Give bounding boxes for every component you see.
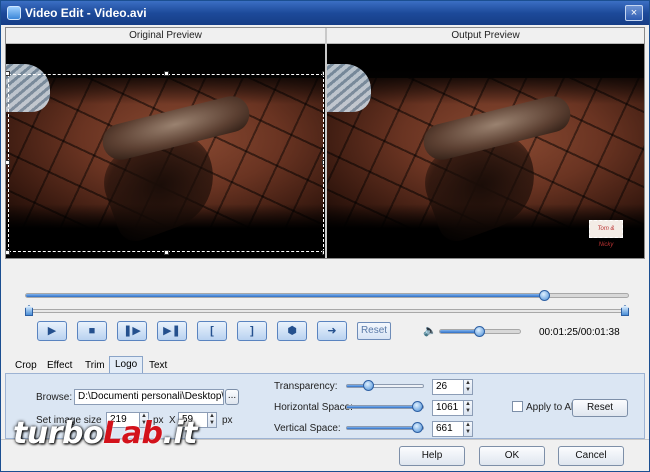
original-preview-header: Original Preview <box>6 28 325 44</box>
transparency-label: Transparency: <box>274 381 338 392</box>
window-title: Video Edit - Video.avi <box>25 6 147 20</box>
output-preview-video: Tom & Nicky <box>327 44 644 258</box>
transparency-field[interactable]: 26 <box>432 379 464 395</box>
vertical-space-label: Vertical Space: <box>274 423 341 434</box>
trim-track[interactable] <box>25 309 629 313</box>
crop-handle[interactable] <box>6 250 10 255</box>
app-icon <box>7 6 21 20</box>
original-preview-video[interactable] <box>6 44 324 258</box>
crop-handle[interactable] <box>322 160 324 165</box>
help-button[interactable]: Help <box>399 446 465 466</box>
video-edit-window: Video Edit - Video.avi × Original Previe… <box>0 0 650 472</box>
tab-text[interactable]: Text <box>143 357 173 373</box>
trim-end-marker[interactable] <box>621 305 629 316</box>
height-unit: px <box>222 415 233 426</box>
snapshot-button[interactable]: ⬢ <box>277 321 307 341</box>
transparency-thumb[interactable] <box>362 380 374 391</box>
crop-handle[interactable] <box>164 71 169 76</box>
title-bar[interactable]: Video Edit - Video.avi × <box>1 1 649 25</box>
preview-area: Original Preview Output Preview Tom & Ni… <box>5 27 645 259</box>
logo-reset-button[interactable]: Reset <box>572 399 628 417</box>
crop-handle[interactable] <box>322 250 324 255</box>
mark-out-button[interactable]: ] <box>237 321 267 341</box>
logo-height-spinner[interactable]: ▲ ▼ <box>207 412 217 428</box>
logo-path-field[interactable]: D:\Documenti personali\Desktop\Logo <box>74 389 224 405</box>
horizontal-space-label: Horizontal Space: <box>274 402 353 413</box>
vertical-space-field[interactable]: 661 <box>432 421 464 437</box>
browse-button[interactable]: ... <box>225 389 239 405</box>
timeline-thumb[interactable] <box>539 290 551 301</box>
apply-to-all-label[interactable]: Apply to All <box>526 402 575 413</box>
vertical-space-spinner[interactable]: ▲ ▼ <box>463 421 473 437</box>
player-reset-button[interactable]: Reset <box>357 322 391 340</box>
timeline-track[interactable] <box>25 293 629 298</box>
close-button[interactable]: × <box>625 5 643 21</box>
speaker-icon[interactable]: 🔈 <box>423 325 437 337</box>
crop-handle[interactable] <box>164 250 169 255</box>
trim-start-marker[interactable] <box>25 305 33 316</box>
mark-in-button[interactable]: [ <box>197 321 227 341</box>
apply-to-all-checkbox[interactable] <box>512 401 523 412</box>
tab-logo[interactable]: Logo <box>109 356 144 373</box>
volume-thumb[interactable] <box>474 326 485 337</box>
browse-label: Browse: <box>36 392 73 403</box>
horizontal-space-spinner[interactable]: ▲ ▼ <box>463 400 473 416</box>
output-preview-header: Output Preview <box>327 28 644 44</box>
play-button[interactable]: ▶ <box>37 321 67 341</box>
tab-trim[interactable]: Trim <box>79 357 111 373</box>
site-watermark: turboLab.it <box>13 416 197 451</box>
stop-button[interactable]: ■ <box>77 321 107 341</box>
horizontal-space-field[interactable]: 1061 <box>432 400 464 416</box>
apply-button[interactable]: ➜ <box>317 321 347 341</box>
transparency-spinner[interactable]: ▲ ▼ <box>463 379 473 395</box>
next-frame-button[interactable]: ▶❚ <box>157 321 187 341</box>
crop-handle[interactable] <box>6 160 10 165</box>
vertical-space-thumb[interactable] <box>412 422 423 433</box>
logo-overlay[interactable]: Tom & Nicky <box>589 220 623 248</box>
tab-crop[interactable]: Crop <box>9 357 43 373</box>
time-readout: 00:01:25/00:01:38 <box>539 327 620 338</box>
crop-handle[interactable] <box>322 71 324 76</box>
crop-selection-box[interactable] <box>6 71 324 255</box>
ok-button[interactable]: OK <box>479 446 545 466</box>
horizontal-space-thumb[interactable] <box>412 401 423 412</box>
crop-handle[interactable] <box>6 71 10 76</box>
transparency-slider[interactable] <box>346 384 424 388</box>
prev-frame-button[interactable]: ❚▶ <box>117 321 147 341</box>
timeline-fill <box>26 294 546 297</box>
tab-effect[interactable]: Effect <box>41 357 78 373</box>
cancel-button[interactable]: Cancel <box>558 446 624 466</box>
